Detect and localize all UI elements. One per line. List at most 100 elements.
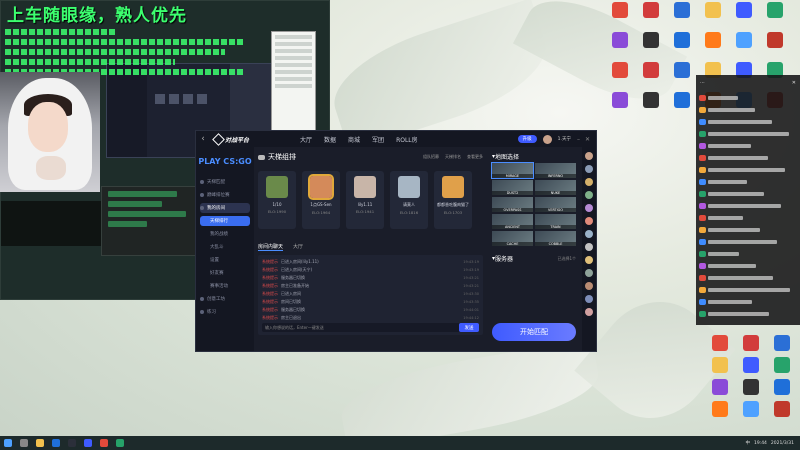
tab-room-chat[interactable]: 房间内聊天 [258,243,284,251]
friend-avatar[interactable] [585,295,593,303]
friend-avatar[interactable] [585,256,593,264]
desktop-shortcut-icon[interactable] [729,32,759,66]
chat-line: 系统提示 已进入房间(lily1.11) 19:43:19 [262,259,479,265]
start-icon[interactable] [4,439,12,447]
player-card[interactable]: 请莫人 ELO:1816 [390,171,428,229]
nav-item-roll[interactable]: ROLL房 [396,135,418,144]
friend-avatar[interactable] [585,204,593,212]
user-avatar[interactable] [542,134,552,144]
desktop-shortcut-icon[interactable] [636,92,666,126]
wechat-icon[interactable] [116,439,124,447]
map-tile[interactable]: TRAIN [535,214,576,229]
map-select-title: ▾ 地图选择 [492,152,520,161]
desktop-shortcut-icon[interactable] [605,32,635,66]
desktop-shortcut-icon[interactable] [760,2,790,36]
desktop-shortcut-icon[interactable] [605,62,635,96]
map-tile[interactable]: CACHE [492,231,533,246]
friend-avatar[interactable] [585,165,593,173]
tab-lobby-chat[interactable]: 大厅 [293,243,303,251]
friend-avatar[interactable] [585,191,593,199]
folder-icon[interactable] [36,439,44,447]
sidebar-item-room[interactable]: 我的房间 [200,203,250,213]
chat-overlay-message [699,225,797,235]
friend-avatar[interactable] [585,152,593,160]
friend-avatar[interactable] [585,217,593,225]
start-match-button[interactable]: 开始匹配 [492,323,576,341]
link-more[interactable]: 查看更多 [467,154,483,160]
map-tile[interactable]: OVERPASS [492,197,533,212]
map-tile[interactable]: VERTIGO [535,197,576,212]
chat-overlay-message [699,249,797,259]
desktop-shortcut-icon[interactable] [698,2,728,36]
nav-item-data[interactable]: 数据 [324,135,336,144]
sidebar-item-settings[interactable]: 设置 [200,255,250,265]
map-tile[interactable]: INFERNO [535,163,576,178]
desktop-shortcut-icon[interactable] [760,32,790,66]
send-button[interactable]: 发送 [459,323,479,332]
map-tile[interactable]: DUST2 [492,180,533,195]
map-tile[interactable]: COBBLE [535,231,576,246]
desktop-shortcut-icon[interactable] [729,2,759,36]
sidebar-item-events[interactable]: 赛事活动 [200,281,250,291]
user-level-badge [699,131,706,137]
desktop-shortcut-icon[interactable] [698,32,728,66]
chat-line: 系统提示 房主已准备开始 19:43:21 [262,283,479,289]
browser-icon[interactable] [52,439,60,447]
chat-user: 系统提示 [262,259,278,264]
desktop-shortcut-icon[interactable] [636,32,666,66]
chat-overlay-message [699,153,797,163]
desktop-shortcut-icon[interactable] [736,401,766,435]
server-row[interactable]: ▾ 服务器 已选择1个 [492,254,576,263]
minimize-icon[interactable]: – [577,136,580,143]
user-name[interactable]: 1.天宁 [558,136,571,142]
search-icon[interactable] [20,439,28,447]
user-level-badge [699,107,706,113]
sidebar-item-practice[interactable]: 练习 [200,307,250,317]
friend-avatar[interactable] [585,282,593,290]
map-tile[interactable]: MIRAGE [491,162,534,179]
player-card[interactable]: 都都香吃腹肉猫了 ELO:1703 [434,171,472,229]
app-icon[interactable] [100,439,108,447]
upgrade-badge[interactable]: 升级 [517,135,537,143]
obs-icon[interactable] [68,439,76,447]
desktop-shortcut-icon[interactable] [636,2,666,36]
sidebar-item-peak[interactable]: 巅峰排位赛 [200,190,250,200]
sidebar-sub-brawl[interactable]: 大乱斗 [200,242,250,252]
friend-avatar[interactable] [585,243,593,251]
link-recruit[interactable]: 组队招募 [423,154,439,160]
desktop-shortcut-icon[interactable] [636,62,666,96]
sidebar-sub-ranking[interactable]: 天梯排行 [200,216,250,226]
player-card[interactable]: 1点GS-Sen ELO:1964 [302,171,340,229]
nav-item-legion[interactable]: 军团 [372,135,384,144]
sidebar-item-workshop[interactable]: 创意工坊 [200,294,250,304]
back-arrow-icon[interactable]: ‹ [196,134,210,144]
clock-time[interactable]: 19:44 [754,441,767,446]
close-icon[interactable]: ✕ [585,136,590,143]
desktop-shortcut-icon[interactable] [767,401,797,435]
chat-input[interactable]: 输入你想说的话，Enter一键发送 发送 [262,323,479,332]
desktop-shortcut-icon[interactable] [667,32,697,66]
desktop-shortcut-icon[interactable] [605,2,635,36]
sidebar-sub-record[interactable]: 我的战绩 [200,229,250,239]
desktop-shortcut-icon[interactable] [605,92,635,126]
close-icon[interactable]: ✕ [792,80,796,86]
player-card[interactable]: 1/10 ELO:1990 [258,171,296,229]
sidebar-item-friends-match[interactable]: 好友赛 [200,268,250,278]
friend-avatar[interactable] [585,230,593,238]
nav-item-shop[interactable]: 商城 [348,135,360,144]
desktop-shortcut-icon[interactable] [667,62,697,96]
sidebar-item-ladder[interactable]: 天梯匹配 [200,177,250,187]
map-tile[interactable]: ANCIENT [492,214,533,229]
link-ranking[interactable]: 天梯排名 [445,154,461,160]
nav-item-lobby[interactable]: 大厅 [300,135,312,144]
friend-avatar[interactable] [585,269,593,277]
friend-avatar[interactable] [585,178,593,186]
desktop-shortcut-icon[interactable] [667,92,697,126]
platform-icon[interactable] [84,439,92,447]
map-tile[interactable]: NUKE [535,180,576,195]
desktop-shortcut-icon[interactable] [667,2,697,36]
desktop-shortcut-icon[interactable] [705,401,735,435]
ime-indicator[interactable]: 中 [745,440,750,446]
player-card[interactable]: lily1.11 ELO:1941 [346,171,384,229]
friend-avatar[interactable] [585,308,593,316]
